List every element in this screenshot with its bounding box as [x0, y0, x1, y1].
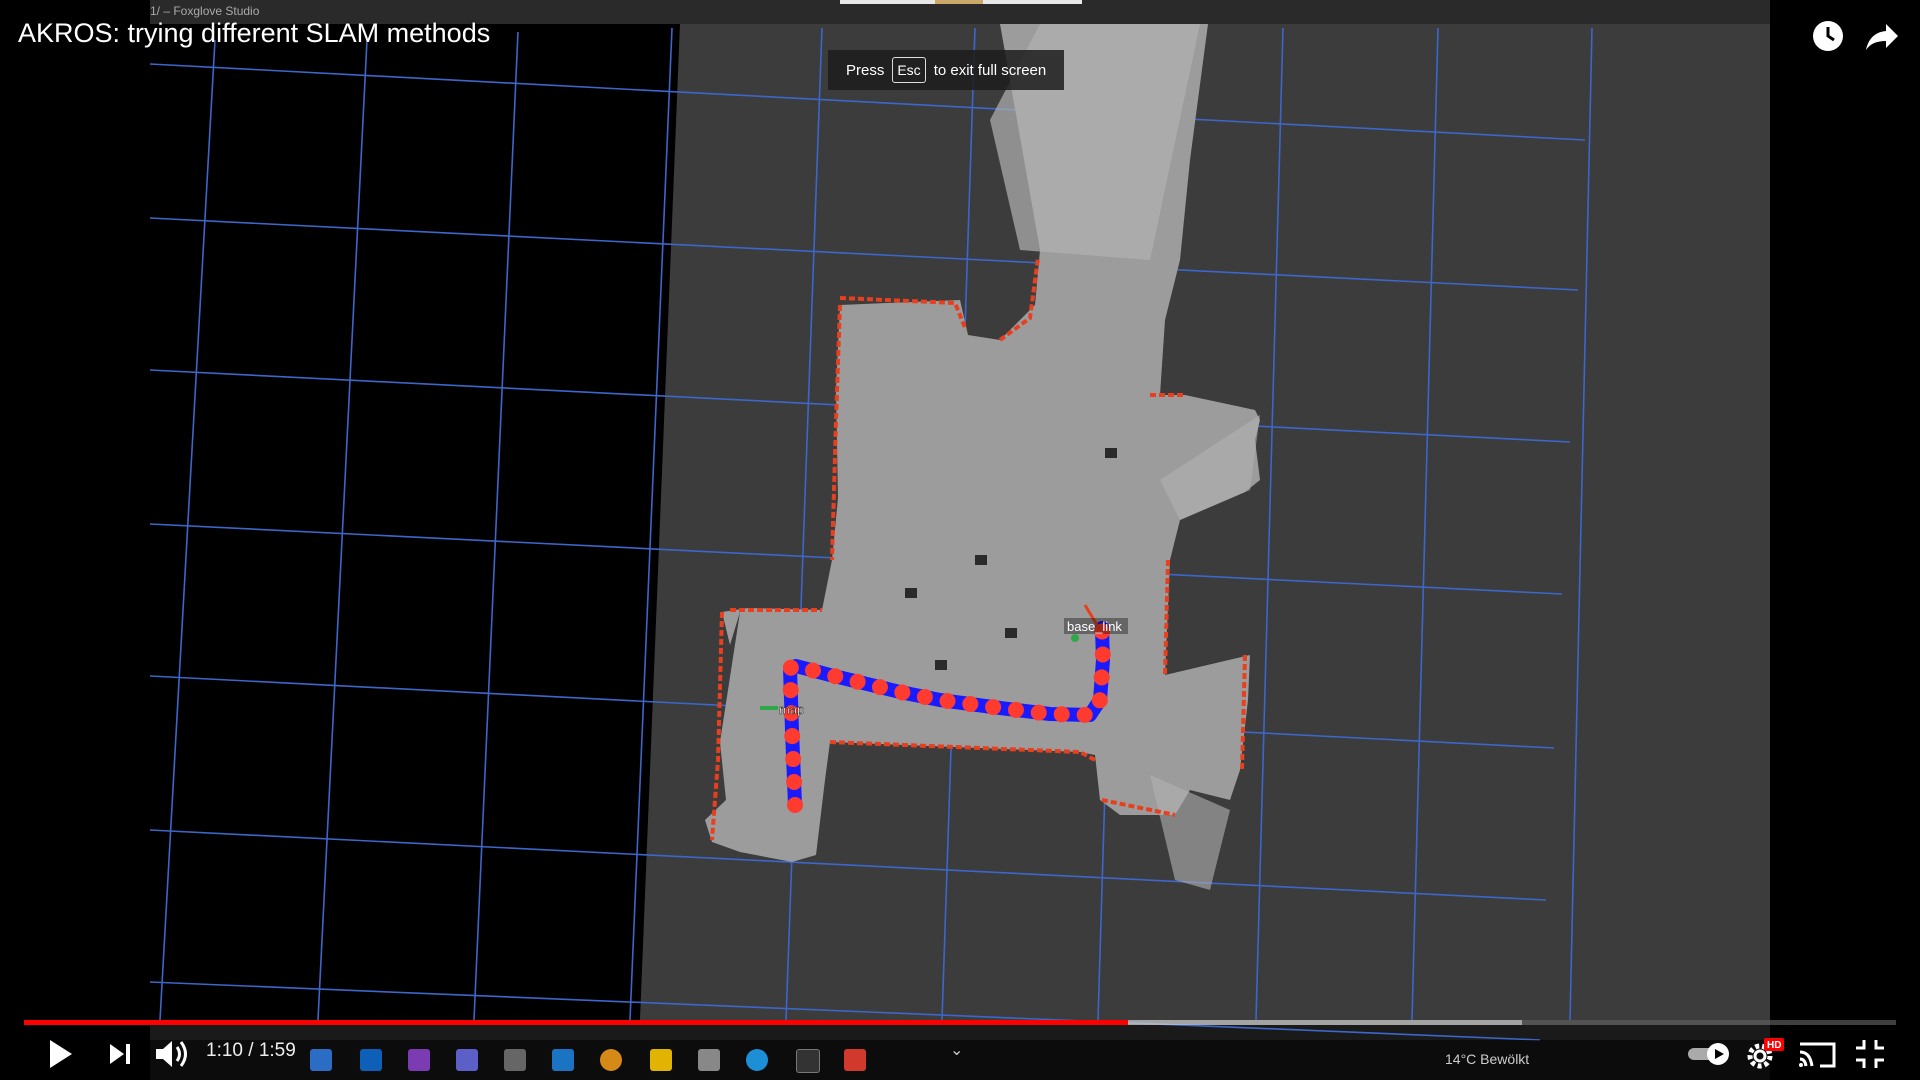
- autoplay-icon: [1688, 1043, 1729, 1065]
- play-button[interactable]: [40, 1034, 80, 1074]
- path-marker: [1030, 704, 1047, 721]
- path-marker: [1076, 706, 1093, 723]
- path-marker: [782, 659, 799, 676]
- path-marker: [786, 774, 803, 791]
- path-marker: [1094, 646, 1111, 663]
- path-marker: [871, 679, 888, 696]
- onenote-icon: [408, 1049, 430, 1071]
- path-marker: [849, 673, 866, 690]
- outlook-icon: [360, 1049, 382, 1071]
- total-time: 1:59: [258, 1040, 296, 1061]
- video-title[interactable]: AKROS: trying different SLAM methods: [18, 18, 490, 49]
- notes-icon: [650, 1049, 672, 1071]
- path-marker: [916, 688, 933, 705]
- obstacle: [975, 555, 987, 565]
- play-icon: [50, 1040, 72, 1068]
- void-region: [150, 24, 680, 1020]
- path-marker: [1091, 692, 1108, 709]
- docker-icon: [746, 1049, 768, 1071]
- obstacle: [935, 660, 947, 670]
- video-player[interactable]: map base_link 1/ – Foxglove Studio AKROS…: [0, 0, 1920, 1080]
- path-marker: [782, 682, 799, 699]
- path-marker: [787, 797, 803, 813]
- path-marker: [985, 699, 1002, 716]
- watch-later-icon: [1813, 21, 1843, 51]
- terminal-icon: [796, 1049, 820, 1073]
- next-button[interactable]: [100, 1034, 140, 1074]
- time-display: 1:10 / 1:59: [206, 1040, 296, 1062]
- path-marker: [939, 693, 956, 710]
- esc-key: Esc: [892, 57, 926, 83]
- fullscreen-exit-hint: Press Esc to exit full screen: [828, 50, 1065, 90]
- volume-button[interactable]: [150, 1034, 196, 1074]
- time-separator: /: [248, 1040, 254, 1061]
- edge-icon: [310, 1049, 332, 1071]
- feedback-icon: [504, 1049, 526, 1071]
- path-marker: [784, 728, 801, 745]
- recorded-window-title: 1/ – Foxglove Studio: [150, 4, 260, 18]
- share-button[interactable]: [1862, 16, 1902, 56]
- recorded-window-tab-accent: [935, 0, 983, 4]
- path-marker: [1053, 706, 1070, 723]
- obstacle: [905, 588, 917, 598]
- exit-fullscreen-icon: [1856, 1040, 1884, 1068]
- path-marker: [804, 662, 821, 679]
- cast-button[interactable]: [1794, 1034, 1840, 1074]
- hd-badge: HD: [1767, 1040, 1781, 1051]
- chevron-down-icon: ⌄: [950, 1042, 964, 1059]
- path-marker: [1093, 669, 1110, 686]
- progress-bar[interactable]: [24, 1020, 1896, 1025]
- autoplay-toggle[interactable]: [1684, 1043, 1740, 1065]
- foxglove-icon: [600, 1049, 622, 1071]
- volume-icon: [156, 1041, 187, 1067]
- recorder-icon: [844, 1049, 866, 1071]
- obstacle: [1005, 628, 1017, 638]
- exit-fullscreen-button[interactable]: [1850, 1034, 1890, 1074]
- obstacle: [1105, 448, 1117, 458]
- store-icon: [698, 1049, 720, 1071]
- teams-icon: [456, 1049, 478, 1071]
- map-label: map: [779, 702, 804, 717]
- path-marker: [962, 696, 979, 713]
- watch-later-button[interactable]: [1808, 16, 1848, 56]
- cast-icon: [1799, 1042, 1836, 1068]
- next-icon: [110, 1044, 130, 1064]
- hint-suffix: to exit full screen: [933, 61, 1047, 79]
- path-marker: [894, 684, 911, 701]
- progress-played: [24, 1020, 1129, 1025]
- current-time: 1:10: [206, 1040, 243, 1061]
- base-link-label: base_link: [1067, 619, 1122, 634]
- settings-button[interactable]: HD: [1740, 1034, 1786, 1074]
- path-marker: [1007, 701, 1024, 718]
- share-icon: [1866, 24, 1898, 50]
- path-marker: [785, 751, 802, 768]
- script-icon-frame: [550, 1046, 576, 1074]
- settings-icon: HD: [1747, 1038, 1784, 1069]
- hint-press: Press: [846, 61, 885, 79]
- slam-3d-viewport[interactable]: map base_link: [0, 0, 1920, 1080]
- path-marker: [827, 668, 844, 685]
- weather-text: 14°C Bewölkt: [1445, 1051, 1530, 1067]
- base-link-origin: [1071, 634, 1079, 642]
